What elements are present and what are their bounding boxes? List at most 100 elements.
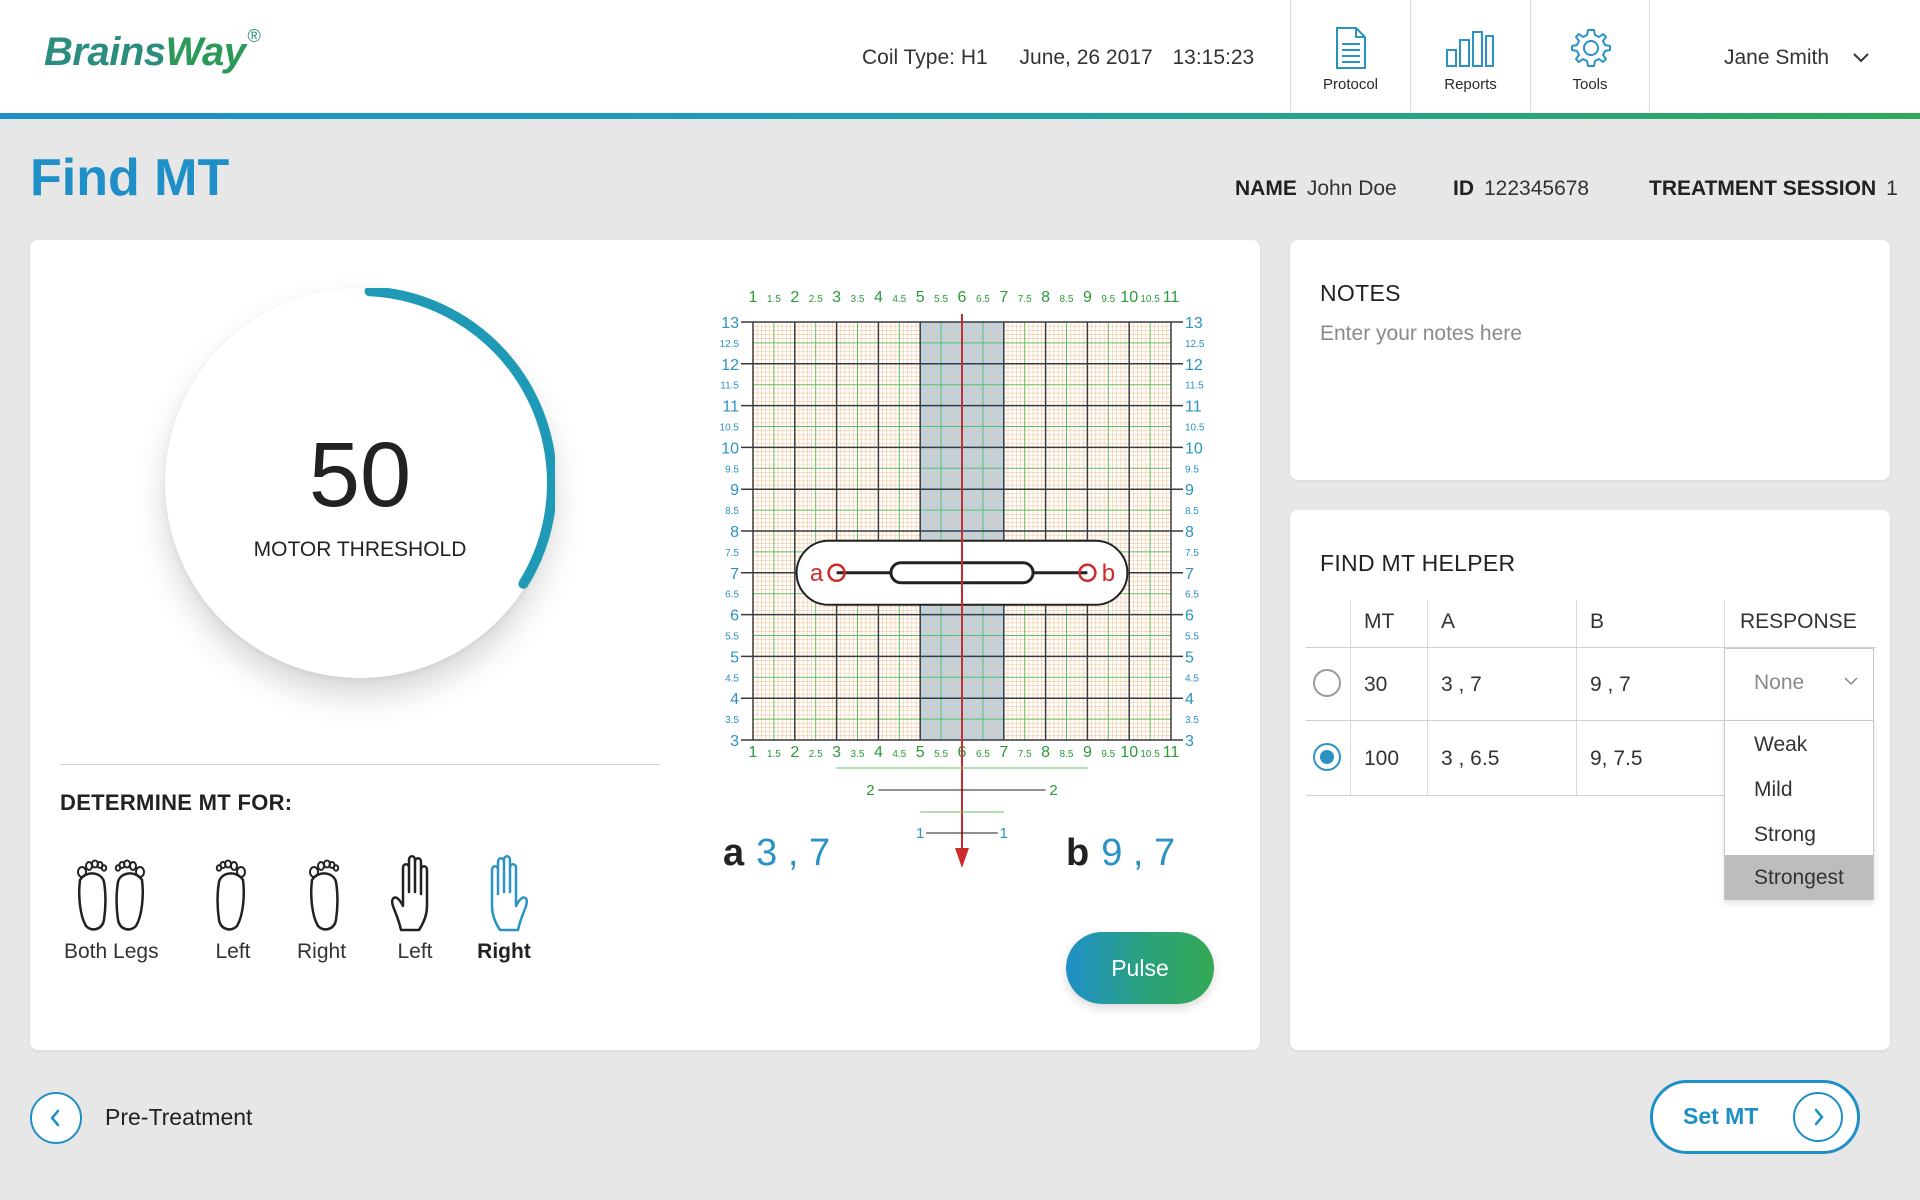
option-right-foot[interactable]: Right [297, 850, 346, 964]
row-radio-30[interactable] [1313, 669, 1341, 697]
y-tick-label: 5 [730, 649, 739, 666]
y-tick-label: 6 [1185, 608, 1194, 625]
left-foot-icon [215, 859, 246, 931]
x-tick-label: 9 [1083, 289, 1092, 306]
set-mt-button[interactable]: Set MT [1650, 1080, 1860, 1154]
response-dropdown: Weak Mild Strong Strongest [1724, 720, 1874, 900]
determine-mt-title: DETERMINE MT FOR: [60, 790, 293, 815]
y-tick-label: 6.5 [725, 590, 739, 601]
dropdown-option-strongest[interactable]: Strongest [1725, 855, 1873, 900]
x-tick-label: 10 [1120, 744, 1138, 761]
option-label: Right [297, 940, 347, 963]
protocol-label: Protocol [1322, 76, 1379, 93]
response-select[interactable]: None [1724, 648, 1874, 720]
x-tick-label: 8 [1041, 289, 1050, 306]
x-tick-label: 4.5 [892, 294, 906, 305]
y-tick-label: 4.5 [1185, 673, 1199, 684]
patient-id: ID 122345678 [1453, 177, 1590, 200]
both-feet-icon [77, 859, 146, 931]
y-tick-label: 12 [1185, 357, 1203, 374]
x-tick-label: 3.5 [851, 749, 865, 760]
x-tick-label: 5.5 [934, 749, 948, 760]
x-tick-label: 3 [832, 744, 841, 761]
user-menu[interactable]: Jane Smith [1724, 46, 1869, 70]
notes-input[interactable] [1320, 322, 1860, 442]
x-tick-label: 4 [874, 744, 883, 761]
y-tick-label: 12.5 [720, 339, 740, 350]
back-button[interactable] [30, 1092, 82, 1144]
option-label: Right [477, 940, 531, 963]
center-axis-arrow [955, 848, 969, 868]
y-tick-label: 10.5 [720, 423, 740, 434]
option-both-legs[interactable]: Both Legs [64, 850, 159, 964]
x-tick-label: 4.5 [892, 749, 906, 760]
x-tick-label: 7 [999, 289, 1008, 306]
y-tick-label: 6 [730, 608, 739, 625]
y-tick-label: 12 [721, 357, 739, 374]
y-tick-label: 9 [730, 482, 739, 499]
reports-label: Reports [1444, 76, 1497, 93]
x-tick-label: 11 [1163, 744, 1180, 761]
scale-label: 1 [1000, 825, 1008, 842]
y-tick-label: 5.5 [1185, 632, 1199, 643]
dropdown-option-weak[interactable]: Weak [1725, 722, 1873, 767]
set-mt-chevron [1793, 1092, 1843, 1142]
row-rule [1306, 795, 1724, 796]
x-tick-label: 9.5 [1101, 294, 1115, 305]
section-divider [60, 764, 660, 765]
option-right-hand[interactable]: Right [476, 850, 532, 964]
tools-button[interactable]: Tools [1530, 0, 1650, 113]
y-tick-label: 13 [1185, 315, 1203, 332]
motor-threshold-value: 50 [308, 424, 412, 526]
x-tick-label: 2 [790, 744, 799, 761]
user-name: Jane Smith [1724, 46, 1830, 69]
pulse-button[interactable]: Pulse [1066, 932, 1214, 1004]
y-tick-label: 4.5 [725, 673, 739, 684]
set-mt-label: Set MT [1683, 1103, 1759, 1129]
y-tick-label: 5 [1185, 649, 1194, 666]
right-hand-icon [490, 855, 529, 932]
y-tick-label: 8.5 [725, 506, 739, 517]
option-left-hand[interactable]: Left [387, 850, 443, 964]
option-label: Left [215, 940, 251, 963]
dropdown-option-mild[interactable]: Mild [1725, 767, 1873, 812]
x-tick-label: 5 [916, 744, 925, 761]
back-label[interactable]: Pre-Treatment [105, 1104, 252, 1131]
page-title: Find MT [30, 149, 230, 207]
row-a: 3 , 7 [1441, 673, 1482, 696]
x-tick-label: 6 [958, 289, 967, 306]
chevron-down-icon [1844, 677, 1858, 686]
y-tick-label: 13 [721, 315, 739, 332]
protocol-button[interactable]: Protocol [1290, 0, 1410, 113]
y-tick-label: 9.5 [1185, 464, 1199, 475]
x-tick-label: 8 [1041, 744, 1050, 761]
motor-threshold-label: MOTOR THRESHOLD [253, 538, 467, 561]
header-gradient-bar [0, 113, 1920, 119]
session-info: Coil Type: H1 June, 26 2017 13:15:23 [862, 46, 1254, 70]
x-tick-label: 6.5 [976, 294, 990, 305]
gear-icon [1571, 29, 1611, 67]
app-header: BrainsWay ® Coil Type: H1 June, 26 2017 1… [0, 0, 1920, 113]
dropdown-option-strong[interactable]: Strong [1725, 812, 1873, 857]
row-rule [1306, 720, 1724, 721]
bar-chart-icon [1446, 31, 1494, 67]
column-header-mt: MT [1364, 610, 1395, 633]
chevron-down-icon [1853, 53, 1869, 63]
option-label: Left [397, 940, 433, 963]
option-left-foot[interactable]: Left [211, 850, 255, 964]
x-tick-label: 1.5 [767, 294, 781, 305]
x-tick-label: 2 [790, 289, 799, 306]
x-tick-label: 9.5 [1101, 749, 1115, 760]
scale-label: 2 [866, 782, 874, 799]
point-b-coordinate: b9 , 7 [1066, 832, 1176, 874]
row-radio-100[interactable] [1313, 743, 1341, 771]
coil-type: Coil Type: H1 [862, 46, 988, 69]
y-tick-label: 10.5 [1185, 423, 1205, 434]
x-tick-label: 3 [832, 289, 841, 306]
x-tick-label: 1.5 [767, 749, 781, 760]
y-tick-label: 9.5 [725, 464, 739, 475]
chevron-left-icon [50, 1109, 60, 1127]
row-mt: 30 [1364, 673, 1388, 696]
reports-button[interactable]: Reports [1410, 0, 1530, 113]
coil-placement-grid[interactable]: 112233445566778899101011111.51.52.52.53.… [703, 275, 1213, 875]
